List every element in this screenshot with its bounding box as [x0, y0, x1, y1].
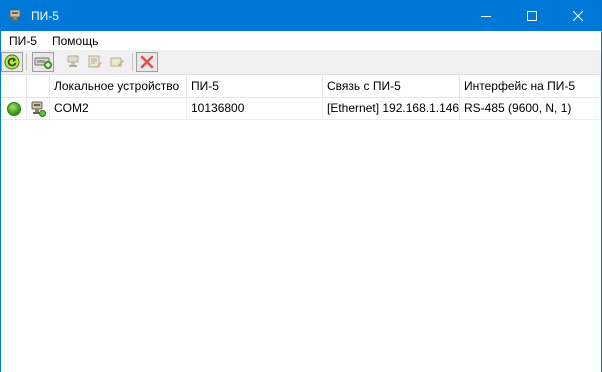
device-edit-button[interactable]: [106, 52, 128, 72]
toolbar-separator: [132, 53, 133, 71]
refresh-icon: [4, 54, 20, 70]
minimize-icon: [481, 16, 491, 17]
table-row[interactable]: COM2 10136800 [Ethernet] 192.168.1.146 R…: [1, 98, 601, 120]
device-config-icon: [88, 55, 102, 68]
device-config-button[interactable]: [84, 52, 106, 72]
cell-pi5: 10136800: [187, 98, 323, 120]
column-header-link[interactable]: Связь с ПИ-5: [323, 75, 460, 98]
cell-interface: RS-485 (9600, N, 1): [460, 98, 601, 120]
add-device-button[interactable]: [32, 52, 54, 72]
add-device-icon: [34, 57, 52, 69]
delete-button[interactable]: [136, 52, 158, 72]
minimize-button[interactable]: [463, 1, 509, 31]
device-settings-button[interactable]: [62, 52, 84, 72]
app-icon: [7, 8, 23, 24]
toolbar: [1, 50, 601, 74]
maximize-button[interactable]: [509, 1, 555, 31]
column-header-interface[interactable]: Интерфейс на ПИ-5: [460, 75, 601, 98]
device-list[interactable]: Локальное устройство ПИ-5 Связь с ПИ-5 И…: [1, 74, 601, 372]
device-icon-cell: [27, 98, 50, 120]
device-settings-icon: [67, 55, 79, 67]
column-header-local-device[interactable]: Локальное устройство: [50, 75, 187, 98]
column-header-status[interactable]: [1, 75, 27, 98]
toolbar-separator: [26, 53, 27, 71]
column-header-pi5[interactable]: ПИ-5: [187, 75, 323, 98]
status-online-indicator: [7, 102, 21, 116]
delete-icon: [140, 55, 154, 69]
app-window: ПИ-5 ПИ-5 Помощь Локальное устройство ПИ…: [0, 0, 602, 372]
title-bar[interactable]: ПИ-5: [1, 1, 601, 31]
refresh-button[interactable]: [1, 52, 23, 72]
maximize-icon: [527, 11, 537, 21]
device-icon: [31, 101, 46, 117]
close-icon: [573, 11, 583, 21]
cell-link: [Ethernet] 192.168.1.146: [323, 98, 460, 120]
menu-help[interactable]: Помощь: [52, 34, 98, 48]
column-header-icon[interactable]: [27, 75, 50, 98]
status-cell: [1, 98, 27, 120]
window-title: ПИ-5: [31, 9, 59, 23]
device-edit-icon: [110, 57, 124, 67]
close-button[interactable]: [555, 1, 601, 31]
menu-pi5[interactable]: ПИ-5: [9, 34, 37, 48]
menu-bar: ПИ-5 Помощь: [1, 31, 601, 50]
cell-local-device: COM2: [50, 98, 187, 120]
